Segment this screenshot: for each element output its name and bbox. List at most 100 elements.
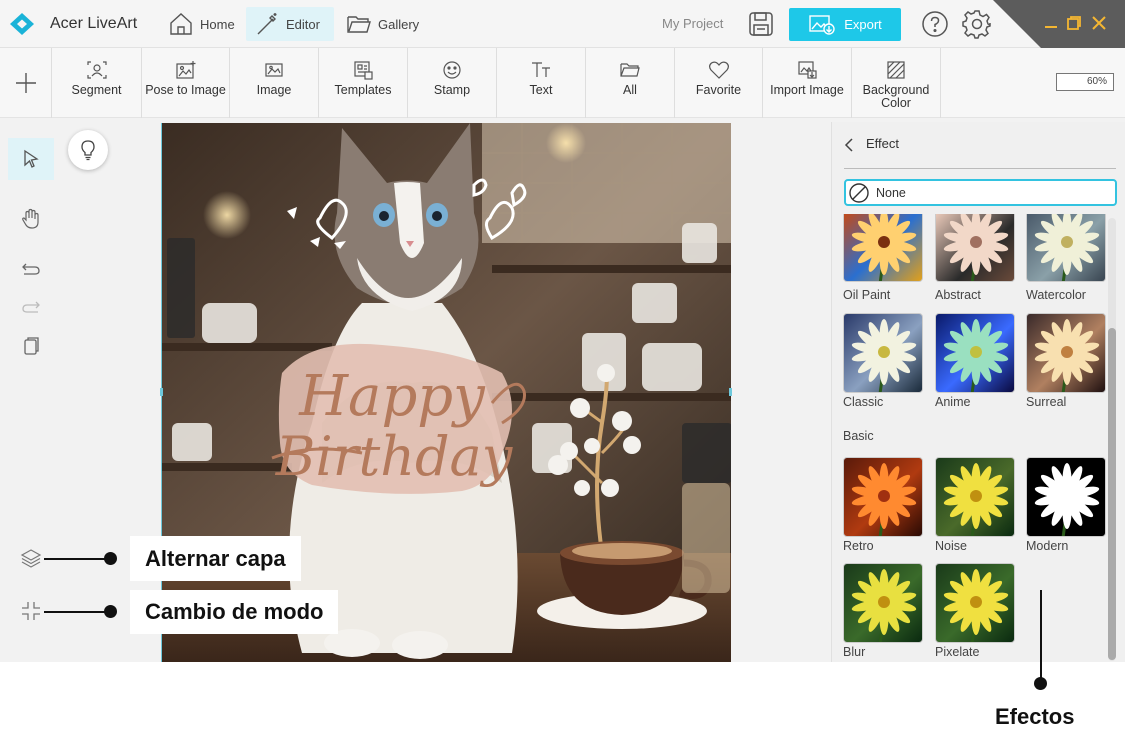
mode-change-callout: Cambio de modo	[130, 590, 339, 634]
effect-panel-title: Effect	[866, 136, 900, 151]
text-icon	[532, 62, 550, 77]
effect-thumbnail-anime[interactable]	[935, 313, 1015, 393]
toolbar-text-button[interactable]: Text	[497, 48, 586, 118]
hint-button[interactable]	[68, 130, 108, 170]
toolbar-pose-to-image-label: Pose to Image	[145, 83, 226, 97]
effect-thumbnail-abstract[interactable]	[935, 214, 1015, 282]
effects-callout: Efectos	[995, 704, 1075, 729]
undo-icon[interactable]	[20, 258, 42, 280]
effect-label-watercolor: Watercolor	[1026, 288, 1086, 302]
toolbar-stamp-button[interactable]: Stamp	[408, 48, 497, 118]
copy-icon[interactable]	[20, 335, 42, 357]
happy-birthday-sticker[interactable]: Happy Birthday	[271, 343, 527, 494]
select-tool-button[interactable]	[8, 138, 54, 180]
toolbar-favorite-label: Favorite	[695, 83, 742, 97]
minimize-icon[interactable]	[1042, 14, 1060, 32]
home-icon	[170, 13, 192, 35]
collapse-mode-icon[interactable]	[20, 600, 42, 622]
toolbar-pose-to-image-button[interactable]: Pose to Image	[142, 48, 230, 118]
toolbar-favorite-button[interactable]: Favorite	[675, 48, 763, 118]
pose-to-image-icon	[175, 61, 195, 79]
maximize-icon[interactable]	[1065, 14, 1083, 32]
layer-toggle-callout: Alternar capa	[130, 536, 301, 581]
effect-panel-scroll-thumb[interactable]	[1108, 328, 1116, 660]
add-button[interactable]	[0, 48, 52, 118]
effect-label-noise: Noise	[935, 539, 967, 553]
effect-label-pixelate: Pixelate	[935, 645, 980, 659]
layers-icon[interactable]	[20, 547, 42, 569]
effect-thumbnail-retro[interactable]	[843, 457, 923, 537]
effect-label-oil-paint: Oil Paint	[843, 288, 891, 302]
layer-toggle-leader-dot	[104, 552, 117, 565]
toolbar-text-label: Text	[529, 83, 553, 97]
nav-home-button[interactable]: Home	[160, 7, 243, 41]
folder-open-icon	[347, 16, 371, 33]
app-name: Acer LiveArt	[50, 15, 138, 32]
nav-editor-label: Editor	[286, 16, 320, 32]
toolbar-all-label: All	[623, 83, 637, 97]
asset-toolbar: Segment Pose to Image Image Templates St…	[0, 48, 1125, 118]
effect-panel-header: Effect	[844, 136, 1116, 169]
effect-thumbnail-watercolor[interactable]	[1026, 214, 1106, 282]
canvas-resize-handle-right[interactable]	[729, 388, 732, 396]
effect-thumbnail-classic[interactable]	[843, 313, 923, 393]
editor-canvas[interactable]: Happy Birthday	[161, 123, 731, 662]
basic-section-label: Basic	[843, 429, 874, 443]
redo-icon[interactable]	[20, 296, 42, 318]
stamp-icon	[443, 61, 461, 79]
toolbar-background-color-button[interactable]: Background Color	[852, 48, 941, 118]
mode-change-leader-dot	[104, 605, 117, 618]
zoom-level-field[interactable]: 60%	[1056, 73, 1114, 91]
nav-gallery-label: Gallery	[378, 16, 420, 32]
export-label: Export	[844, 17, 882, 32]
effect-label-abstract: Abstract	[935, 288, 981, 302]
heart-icon	[708, 61, 729, 79]
effect-thumbnail-modern[interactable]	[1026, 457, 1106, 537]
toolbar-image-button[interactable]: Image	[230, 48, 319, 118]
effect-label-anime: Anime	[935, 395, 971, 409]
effect-panel-scrollbar[interactable]	[1108, 218, 1116, 661]
effect-thumbnail-oil-paint[interactable]	[843, 214, 923, 282]
nav-home-label: Home	[200, 16, 235, 32]
effect-thumbnail-pixelate[interactable]	[935, 563, 1015, 643]
toolbar-all-button[interactable]: All	[586, 48, 675, 118]
canvas-resize-handle-left[interactable]	[160, 388, 163, 396]
export-image-icon	[809, 14, 835, 35]
segment-icon	[86, 61, 107, 79]
toolbar-segment-button[interactable]: Segment	[52, 48, 142, 118]
gear-icon[interactable]	[962, 9, 992, 39]
chevron-left-icon[interactable]	[844, 138, 854, 152]
magic-wand-icon	[257, 13, 277, 35]
acer-liveart-logo-icon	[10, 13, 34, 35]
close-icon[interactable]	[1090, 14, 1108, 32]
toolbar-segment-label: Segment	[71, 83, 122, 97]
help-icon[interactable]	[921, 10, 949, 38]
toolbar-import-image-label: Import Image	[770, 83, 844, 97]
folder-icon	[620, 63, 640, 77]
nav-gallery-button[interactable]: Gallery	[338, 7, 427, 41]
effect-none-label: None	[876, 185, 906, 200]
effect-label-blur: Blur	[843, 645, 866, 659]
effect-label-retro: Retro	[843, 539, 874, 553]
effects-leader-dot	[1034, 677, 1047, 690]
hand-pan-icon[interactable]	[20, 208, 42, 230]
toolbar-image-label: Image	[256, 83, 292, 97]
effect-none-button[interactable]: None	[844, 179, 1117, 206]
toolbar-import-image-button[interactable]: Import Image	[763, 48, 852, 118]
no-effect-icon	[849, 182, 869, 203]
project-name[interactable]: My Project	[662, 16, 723, 31]
image-icon	[265, 63, 283, 77]
title-bar: Acer LiveArt Home Editor Gallery My Proj…	[0, 0, 1125, 48]
sticker-birthday-text: Birthday	[275, 425, 514, 488]
nav-editor-button[interactable]: Editor	[246, 7, 334, 41]
effect-thumbnail-blur[interactable]	[843, 563, 923, 643]
save-icon[interactable]	[747, 10, 775, 38]
effect-label-modern: Modern	[1026, 539, 1069, 553]
effect-thumbnail-noise[interactable]	[935, 457, 1015, 537]
lightbulb-icon	[81, 140, 95, 161]
effect-label-classic: Classic	[843, 395, 884, 409]
toolbar-templates-button[interactable]: Templates	[319, 48, 408, 118]
effect-thumbnail-surreal[interactable]	[1026, 313, 1106, 393]
export-button[interactable]: Export	[789, 8, 901, 41]
layer-toggle-leader-line	[44, 558, 112, 560]
